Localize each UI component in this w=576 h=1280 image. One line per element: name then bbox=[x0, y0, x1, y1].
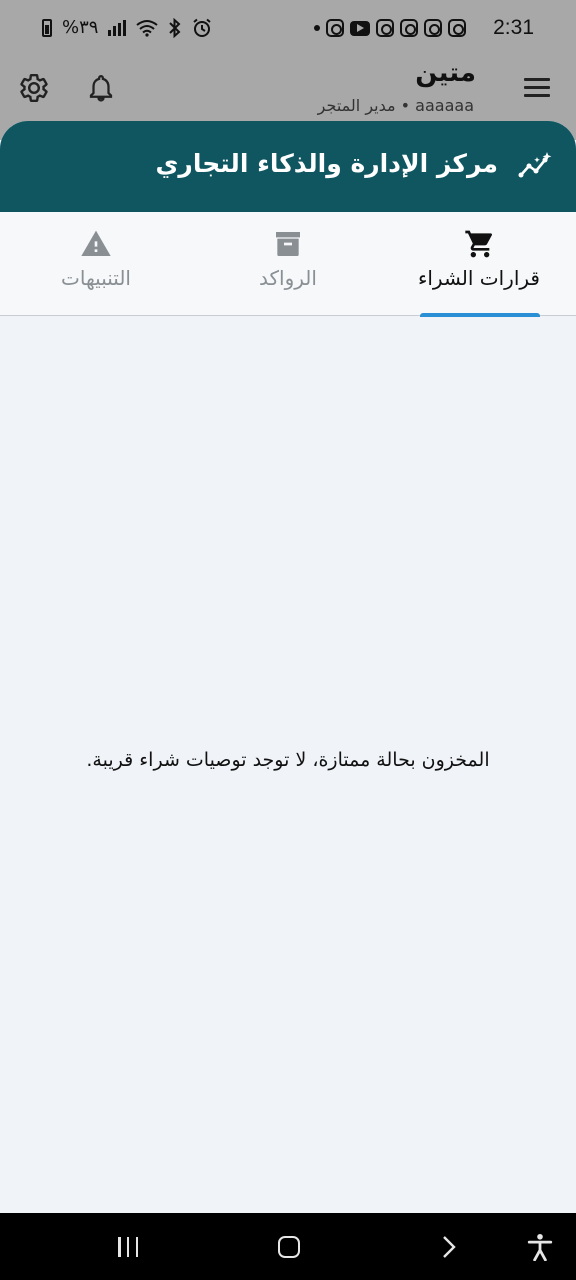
bluetooth-icon bbox=[169, 17, 181, 38]
youtube-icon bbox=[350, 20, 370, 36]
sheet-header: مركز الإدارة والذكاء التجاري bbox=[0, 121, 576, 212]
instagram-icon bbox=[326, 19, 344, 37]
instagram-icon bbox=[400, 19, 418, 37]
app-header: متين aaaaaa • مدير المتجر bbox=[0, 58, 576, 128]
back-chevron-icon[interactable] bbox=[436, 1235, 460, 1259]
tab-alerts[interactable]: التنبيهات bbox=[0, 212, 192, 316]
accessibility-icon[interactable] bbox=[527, 1233, 553, 1261]
insights-icon bbox=[518, 152, 552, 178]
recents-button[interactable] bbox=[118, 1237, 138, 1257]
background-app-scrim: %٣٩ 2:31 متين aaaaaa • مدير المتجر bbox=[0, 0, 576, 140]
instagram-icon bbox=[376, 19, 394, 37]
signal-icon bbox=[108, 19, 127, 36]
system-nav-bar bbox=[0, 1213, 576, 1280]
more-notifications-dot bbox=[314, 25, 320, 31]
empty-state-message: المخزون بحالة ممتازة، لا توجد توصيات شرا… bbox=[86, 749, 490, 771]
status-time: 2:31 bbox=[493, 16, 534, 39]
active-tab-indicator bbox=[420, 313, 540, 317]
app-title: متين bbox=[415, 58, 476, 88]
warning-icon bbox=[81, 230, 111, 256]
tab-label: قرارات الشراء bbox=[417, 266, 540, 290]
battery-icon bbox=[42, 18, 52, 37]
app-subtitle: aaaaaa • مدير المتجر bbox=[317, 96, 474, 115]
home-button[interactable] bbox=[278, 1236, 300, 1258]
tab-bar: قرارات الشراء الرواكد التنبيهات bbox=[0, 212, 576, 317]
tab-label: التنبيهات bbox=[61, 266, 131, 290]
sheet-title: مركز الإدارة والذكاء التجاري bbox=[155, 149, 498, 178]
tab-label: الرواكد bbox=[259, 266, 317, 290]
management-sheet: مركز الإدارة والذكاء التجاري قرارات الشر… bbox=[0, 121, 576, 1213]
bell-icon[interactable] bbox=[86, 72, 116, 104]
tab-purchase-decisions[interactable]: قرارات الشراء bbox=[384, 212, 576, 317]
hamburger-menu-icon[interactable] bbox=[524, 78, 550, 98]
instagram-icon bbox=[424, 19, 442, 37]
instagram-icon bbox=[448, 19, 466, 37]
status-left-group: %٣٩ bbox=[42, 17, 212, 38]
archive-icon bbox=[276, 232, 300, 256]
alarm-icon bbox=[193, 18, 212, 37]
battery-percent: %٣٩ bbox=[62, 17, 99, 38]
tab-stagnant-items[interactable]: الرواكد bbox=[192, 212, 384, 316]
gear-icon[interactable] bbox=[18, 72, 50, 104]
status-bar: %٣٩ 2:31 bbox=[0, 0, 576, 58]
notification-icons bbox=[304, 19, 466, 37]
shopping-cart-icon bbox=[465, 230, 493, 258]
wifi-icon bbox=[136, 19, 159, 37]
